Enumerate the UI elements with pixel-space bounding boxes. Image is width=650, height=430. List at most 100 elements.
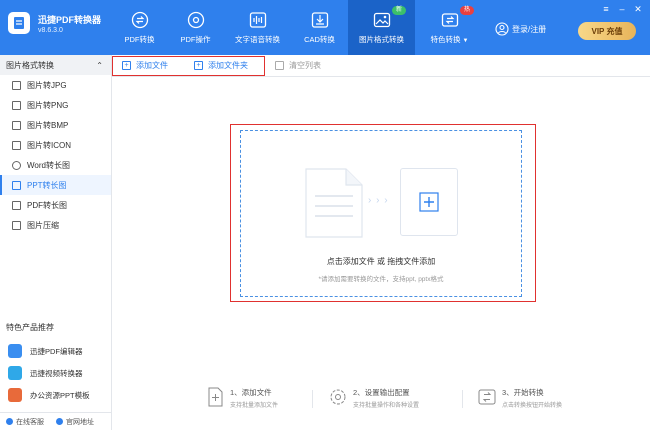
menu-icon[interactable]: ≡ <box>598 3 614 15</box>
nav-pdf-operations[interactable]: PDF操作 <box>168 0 223 55</box>
product-pdf-editor[interactable]: 迅捷PDF编辑器 <box>8 342 83 360</box>
step-add-file: 1、添加文件支持批量添加文件 <box>205 387 278 409</box>
add-folder-button[interactable]: + 添加文件夹 <box>194 60 248 71</box>
sidebar-item-image-to-jpg[interactable]: 图片转JPG <box>0 75 111 95</box>
step-title: 2、设置输出配置 <box>353 388 410 397</box>
step-title: 3、开始转换 <box>502 388 544 397</box>
customer-service-icon <box>6 418 13 425</box>
step-start-convert: 3、开始转换点击转换按钮开始转换 <box>477 387 562 409</box>
user-icon <box>495 22 509 36</box>
app-version: v8.6.3.0 <box>38 27 63 34</box>
image-file-icon <box>12 140 21 150</box>
pdf-editor-icon <box>8 344 22 358</box>
file-toolbar: + 添加文件 + 添加文件夹 清空列表 <box>112 55 650 77</box>
plus-icon <box>419 192 439 212</box>
file-dropzone[interactable] <box>240 130 522 297</box>
step-divider <box>462 390 463 408</box>
add-file-label: 添加文件 <box>136 61 168 70</box>
start-convert-icon <box>478 389 496 405</box>
ppt-icon <box>12 180 21 190</box>
image-file-icon <box>12 80 21 90</box>
product-label: 迅捷PDF编辑器 <box>30 346 83 356</box>
sidebar-item-word-to-long-image[interactable]: Word转长图 <box>0 155 111 175</box>
nav-label: PDF操作 <box>180 34 211 44</box>
sidebar-footer: 在线客服 官网地址 <box>0 412 111 430</box>
product-video-converter[interactable]: 迅捷视频转换器 <box>8 364 83 382</box>
arrows-icon: › › › <box>368 195 389 206</box>
add-folder-label: 添加文件夹 <box>208 61 248 70</box>
sidebar-item-image-to-bmp[interactable]: 图片转BMP <box>0 115 111 135</box>
settings-icon <box>187 11 204 28</box>
sidebar-item-label: 图片转ICON <box>27 140 71 150</box>
nav-label: 文字语音转换 <box>235 34 280 44</box>
dropzone-subtitle: *请添加需要转换的文件，支持ppt, pptx格式 <box>318 276 444 283</box>
sidebar-item-label: PDF转长图 <box>27 200 67 210</box>
audio-wave-icon <box>249 11 266 28</box>
step-desc: 点击转换按钮开始转换 <box>502 403 563 409</box>
add-placeholder-box[interactable] <box>400 168 458 236</box>
nav-special-convert[interactable]: 特色转换 ▼ 热 <box>416 0 483 55</box>
nav-image-format[interactable]: 图片格式转换 新 <box>348 0 415 55</box>
new-badge: 新 <box>392 6 407 15</box>
compress-icon <box>12 220 21 230</box>
sidebar-item-label: PPT转长图 <box>27 180 67 190</box>
sidebar: 图片格式转换 ⌃ 图片转JPG 图片转PNG 图片转BMP 图片转ICON Wo… <box>0 55 112 430</box>
add-file-icon: + <box>122 61 131 70</box>
step-desc: 支持批量操作和各种设置 <box>353 403 420 409</box>
step-divider <box>312 390 313 408</box>
special-convert-icon <box>441 12 458 27</box>
step-desc: 支持批量添加文件 <box>230 403 279 409</box>
sidebar-item-label: 图片转JPG <box>27 80 67 90</box>
cad-icon <box>311 11 328 28</box>
main-nav: PDF转换 PDF操作 文字语音转换 CAD转换 图片格式转换 新 特色转换 ▼ … <box>112 0 484 55</box>
login-button[interactable]: 登录/注册 <box>495 22 546 36</box>
caret-down-icon: ▼ <box>462 37 469 44</box>
nav-label: 图片格式转换 <box>359 34 404 44</box>
nav-cad-convert[interactable]: CAD转换 <box>292 0 347 55</box>
sidebar-item-image-to-png[interactable]: 图片转PNG <box>0 95 111 115</box>
step-output-config: 2、设置输出配置支持批量操作和各种设置 <box>328 387 419 409</box>
add-file-button[interactable]: + 添加文件 <box>122 60 168 71</box>
convert-icon <box>131 11 148 28</box>
featured-products-title: 特色产品推荐 <box>6 323 54 332</box>
image-file-icon <box>12 120 21 130</box>
step-title: 1、添加文件 <box>230 388 272 397</box>
video-converter-icon <box>8 366 22 380</box>
vip-button[interactable]: VIP 充值 <box>578 22 636 40</box>
nav-text-speech[interactable]: 文字语音转换 <box>224 0 291 55</box>
clear-list-label: 清空列表 <box>289 61 321 70</box>
nav-label: CAD转换 <box>304 34 335 44</box>
document-icon <box>305 168 363 238</box>
chevron-up-icon: ⌃ <box>96 60 103 70</box>
nav-pdf-convert[interactable]: PDF转换 <box>112 0 167 55</box>
login-label: 登录/注册 <box>512 24 547 34</box>
close-icon[interactable]: ✕ <box>630 3 646 15</box>
dropzone-title: 点击添加文件 或 拖拽文件添加 <box>326 257 436 266</box>
product-label: 办公资源PPT模板 <box>30 390 90 400</box>
website-icon <box>56 418 63 425</box>
clear-list-button[interactable]: 清空列表 <box>275 60 321 71</box>
nav-label: PDF转换 <box>124 34 155 44</box>
trash-icon <box>275 61 284 70</box>
ppt-template-icon <box>8 388 22 402</box>
nav-label: 特色转换 <box>430 34 461 44</box>
product-ppt-templates[interactable]: 办公资源PPT模板 <box>8 386 90 404</box>
sidebar-item-label: 图片压缩 <box>27 220 59 230</box>
sidebar-item-pdf-to-long-image[interactable]: PDF转长图 <box>0 195 111 215</box>
customer-service-link[interactable]: 在线客服 <box>16 417 44 427</box>
window-controls: ≡ – ✕ <box>598 3 646 15</box>
sidebar-item-ppt-to-long-image[interactable]: PPT转长图 <box>0 175 111 195</box>
word-icon <box>12 160 21 170</box>
title-bar: 迅捷PDF转换器 v8.6.3.0 PDF转换 PDF操作 文字语音转换 CAD… <box>0 0 650 55</box>
gear-icon <box>330 389 346 405</box>
sidebar-item-image-to-icon[interactable]: 图片转ICON <box>0 135 111 155</box>
product-label: 迅捷视频转换器 <box>30 368 83 378</box>
pdf-icon <box>12 200 21 210</box>
sidebar-heading-label: 图片格式转换 <box>6 60 54 70</box>
sidebar-heading[interactable]: 图片格式转换 ⌃ <box>0 55 111 75</box>
app-logo-icon <box>8 12 30 34</box>
sidebar-item-label: 图片转BMP <box>27 120 69 130</box>
minimize-icon[interactable]: – <box>614 3 630 15</box>
sidebar-item-image-compress[interactable]: 图片压缩 <box>0 215 111 235</box>
website-link[interactable]: 官网地址 <box>66 417 94 427</box>
